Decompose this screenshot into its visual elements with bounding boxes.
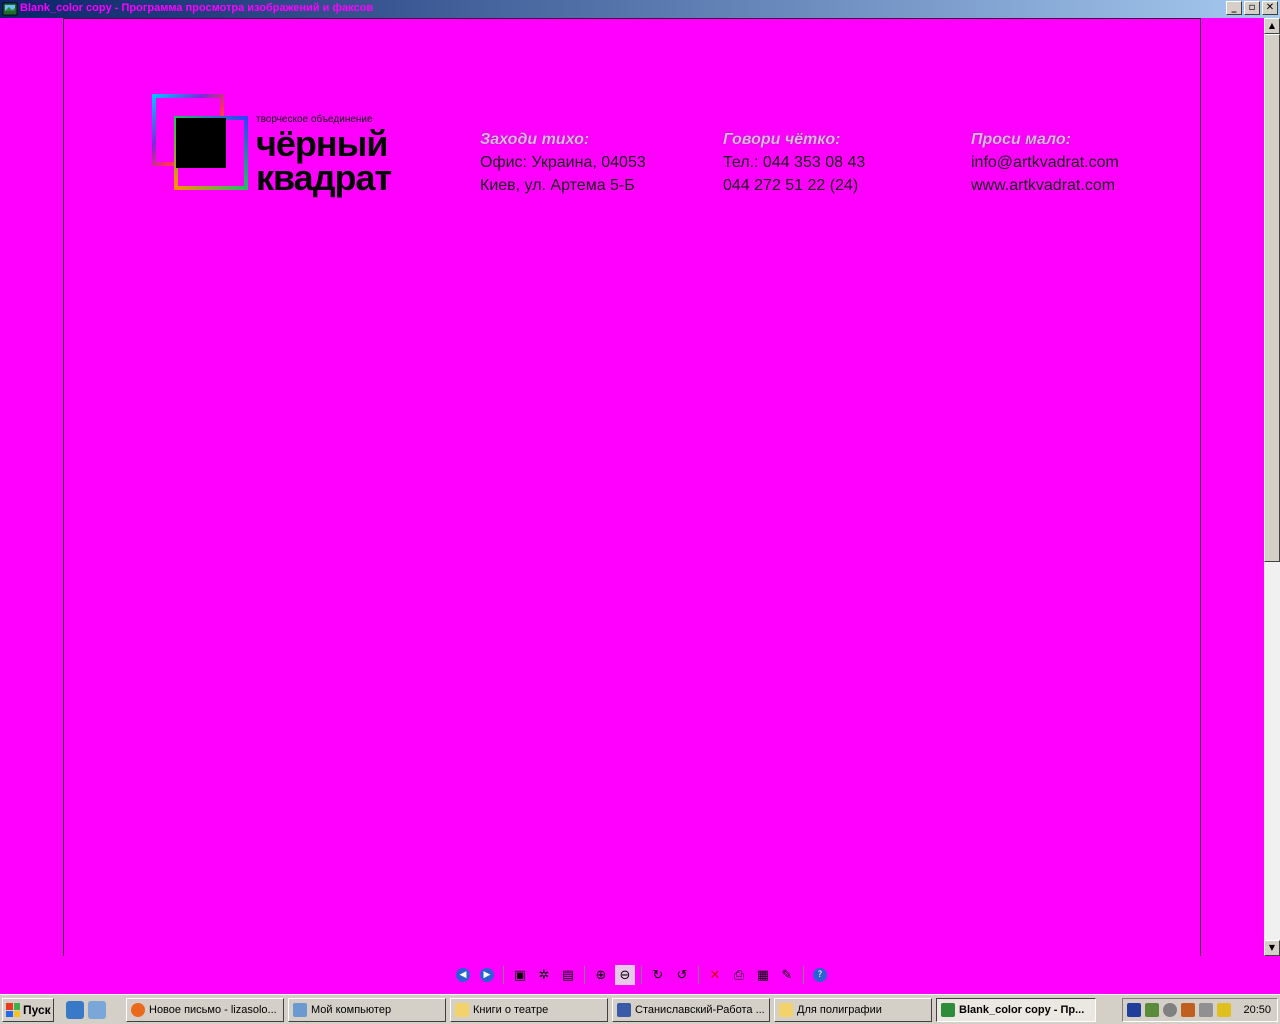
internet-explorer-icon[interactable]	[66, 1001, 84, 1019]
print-icon[interactable]: ⎙	[729, 965, 749, 985]
security-shield-icon[interactable]	[1217, 1003, 1231, 1017]
address-heading: Заходи тихо:	[480, 131, 590, 148]
next-image-icon[interactable]: ▶	[477, 965, 497, 985]
image-viewer-app-icon	[2, 2, 18, 16]
minimize-button[interactable]: _	[1226, 1, 1242, 15]
toolbar-separator	[503, 966, 504, 984]
rotate-counterclockwise-icon[interactable]: ↺	[672, 965, 692, 985]
task-label: Для полиграфии	[797, 1004, 882, 1016]
slideshow-icon[interactable]: ▤	[558, 965, 578, 985]
task-button-polygraphy-folder[interactable]: Для полиграфии	[774, 998, 932, 1022]
task-label: Новое письмо - lizasolo...	[149, 1004, 277, 1016]
language-icon[interactable]	[1127, 1003, 1141, 1017]
clock: 20:50	[1243, 1004, 1271, 1016]
toolbar-separator	[584, 966, 585, 984]
logo-squares-icon	[152, 94, 248, 190]
phone-column: Говори чётко: Тел.: 044 353 08 43 044 27…	[723, 128, 865, 197]
task-label: Книги о театре	[473, 1004, 549, 1016]
printer-icon[interactable]	[1199, 1003, 1213, 1017]
folder-icon	[455, 1003, 469, 1017]
computer-icon	[293, 1003, 307, 1017]
address-column: Заходи тихо: Офис: Украина, 04053 Киев, …	[480, 128, 646, 197]
show-desktop-icon[interactable]	[88, 1001, 106, 1019]
address-line: Офис: Украина, 04053	[480, 154, 646, 171]
system-tray: 20:50	[1122, 998, 1278, 1022]
network-icon[interactable]	[1145, 1003, 1159, 1017]
viewer-toolbar: ◀ ▶ ▣ ✲ ▤ ⊕ ⊖ ↻ ↺ ✕ ⎙ ▦ ✎ ?	[0, 956, 1280, 994]
rotate-clockwise-icon[interactable]: ↻	[648, 965, 668, 985]
task-button-my-computer[interactable]: Мой компьютер	[288, 998, 446, 1022]
toolbar-separator	[698, 966, 699, 984]
close-button[interactable]: ✕	[1262, 1, 1278, 15]
taskbar: Пуск Новое письмо - lizasolo... Мой комп…	[0, 994, 1280, 1024]
scroll-up-icon[interactable]: ▲	[1264, 18, 1280, 34]
task-label: Blank_color copy - Пр...	[959, 1004, 1085, 1016]
previous-image-icon[interactable]: ◀	[453, 965, 473, 985]
task-button-firefox[interactable]: Новое письмо - lizasolo...	[126, 998, 284, 1022]
maximize-button[interactable]: ▫	[1244, 1, 1260, 15]
document-icon	[617, 1003, 631, 1017]
zoom-out-icon[interactable]: ⊖	[615, 965, 635, 985]
task-label: Мой компьютер	[311, 1004, 392, 1016]
company-logo: творческое объединение чёрный квадрат	[152, 94, 394, 202]
image-viewer-icon	[941, 1003, 955, 1017]
email-line: info@artkvadrat.com	[971, 154, 1119, 171]
phone-line: Тел.: 044 353 08 43	[723, 154, 866, 171]
quick-launch	[66, 1001, 106, 1019]
website-line: www.artkvadrat.com	[971, 177, 1116, 194]
delete-icon[interactable]: ✕	[705, 965, 725, 985]
logo-word-2: квадрат	[256, 157, 392, 198]
task-button-image-viewer[interactable]: Blank_color copy - Пр...	[936, 998, 1096, 1022]
volume-icon[interactable]	[1181, 1003, 1195, 1017]
help-icon[interactable]: ?	[810, 965, 830, 985]
phone-heading: Говори чётко:	[723, 131, 841, 148]
task-button-books-folder[interactable]: Книги о театре	[450, 998, 608, 1022]
toolbar-separator	[803, 966, 804, 984]
vertical-scrollbar[interactable]: ▲ ▼	[1264, 18, 1280, 956]
web-heading: Проси мало:	[971, 131, 1071, 148]
title-bar: Blank_color copy - Программа просмотра и…	[0, 0, 1280, 18]
address-line: Киев, ул. Артема 5-Б	[480, 177, 635, 194]
folder-icon	[779, 1003, 793, 1017]
image-canvas[interactable]: творческое объединение чёрный квадрат За…	[0, 18, 1264, 956]
firefox-icon	[131, 1003, 145, 1017]
copy-to-icon[interactable]: ▦	[753, 965, 773, 985]
scroll-thumb[interactable]	[1264, 34, 1280, 562]
start-button[interactable]: Пуск	[2, 998, 54, 1022]
window-title: Blank_color copy - Программа просмотра и…	[20, 2, 374, 14]
scroll-down-icon[interactable]: ▼	[1264, 940, 1280, 956]
start-label: Пуск	[23, 1003, 51, 1017]
zoom-in-icon[interactable]: ⊕	[591, 965, 611, 985]
edit-icon[interactable]: ✎	[777, 965, 797, 985]
toolbar-separator	[641, 966, 642, 984]
web-column: Проси мало: info@artkvadrat.com www.artk…	[971, 128, 1119, 197]
phone-line: 044 272 51 22 (24)	[723, 177, 859, 194]
actual-size-icon[interactable]: ✲	[534, 965, 554, 985]
best-fit-icon[interactable]: ▣	[510, 965, 530, 985]
task-button-stanislavsky-doc[interactable]: Станиславский-Работа ...	[612, 998, 770, 1022]
windows-logo-icon	[6, 1003, 20, 1017]
task-label: Станиславский-Работа ...	[635, 1004, 765, 1016]
antivirus-icon[interactable]	[1163, 1003, 1177, 1017]
